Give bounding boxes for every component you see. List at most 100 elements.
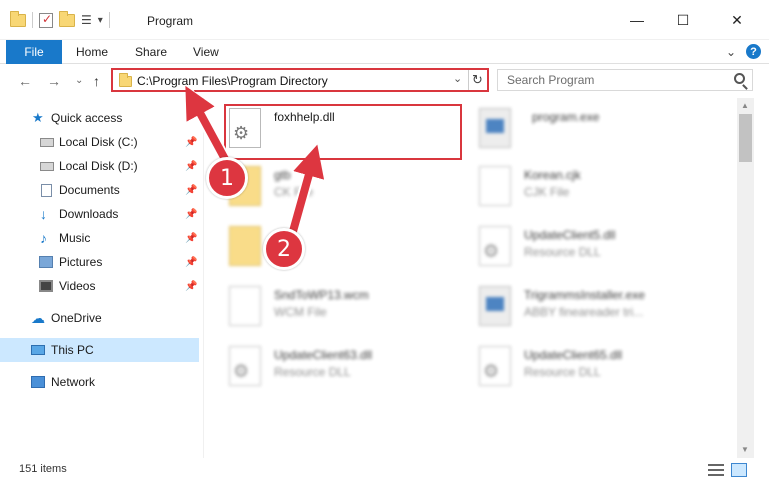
dll-file-icon [479,346,511,386]
recent-locations-button[interactable]: ⌄ [75,75,83,86]
pin-icon[interactable]: 📌 [185,185,197,196]
sidebar-item-downloads[interactable]: ↓ Downloads 📌 [0,202,199,226]
file-type: Resource DLL [524,365,601,379]
customize-icon[interactable]: ☰ [81,13,92,27]
sidebar-item-documents[interactable]: Documents 📌 [0,178,199,202]
computer-icon [31,345,45,355]
tab-file[interactable]: File [6,40,62,64]
minimize-button[interactable]: — [614,8,660,32]
vertical-scrollbar[interactable]: ▲ ▼ [737,98,754,458]
dll-file-icon [479,226,511,266]
pin-icon[interactable]: 📌 [185,281,197,292]
file-type: CJK File [524,185,570,199]
up-button[interactable]: ↑ [93,73,100,89]
file-highlight-box [224,104,462,160]
sidebar-item-label: Quick access [51,111,123,125]
sidebar-item-label: Music [59,231,91,245]
file-name: UpdateClient63.dll [274,348,373,362]
scroll-up-arrow-icon[interactable]: ▲ [741,101,749,110]
help-icon[interactable]: ? [746,44,761,59]
file-type: CK File [274,185,314,199]
sidebar-item-network[interactable]: Network [0,370,199,394]
scroll-down-arrow-icon[interactable]: ▼ [741,445,749,454]
videos-icon [39,280,53,292]
sidebar-item-label: Local Disk (C:) [59,135,138,149]
tab-home[interactable]: Home [76,45,108,59]
file-item-trigrammsinstaller[interactable]: TrigrammsInstaller.exe ABBY fineareader … [479,286,709,338]
details-view-icon[interactable] [708,464,724,476]
file-name: UpdateClient5.dll [524,228,616,242]
file-item-updateclient63[interactable]: UpdateClient63.dll Resource DLL [229,346,459,398]
chevron-down-icon[interactable]: ▾ [98,15,103,26]
sidebar-item-label: Downloads [59,207,119,221]
refresh-button[interactable]: ↻ [468,70,486,90]
file-item-program-exe[interactable]: program.exe [479,108,709,160]
pin-icon[interactable]: 📌 [185,257,197,268]
toolbar-divider [108,12,110,28]
pin-icon[interactable]: 📌 [185,137,197,148]
file-icon [229,286,261,326]
address-bar[interactable]: C:\Program Files\Program Directory ⌄ ↻ [111,68,489,92]
back-button[interactable]: ← [18,73,32,89]
file-type: Resource DLL [274,365,351,379]
exe-file-icon [479,286,511,326]
address-path[interactable]: C:\Program Files\Program Directory [137,74,328,88]
network-icon [31,376,45,388]
tab-share[interactable]: Share [135,45,167,59]
forward-button[interactable]: → [47,73,61,89]
file-item-gtb[interactable]: gtb CK File [229,166,459,218]
quick-access-toolbar: ☰ ▾ [10,10,110,28]
sidebar-item-this-pc[interactable]: This PC [0,338,199,362]
file-item-updateclient65[interactable]: UpdateClient65.dll Resource DLL [479,346,709,398]
drive-icon [40,161,54,171]
callout-badge-1: 1 [206,157,248,199]
drive-icon [40,137,54,147]
cloud-icon: ☁ [31,310,45,326]
sidebar-item-pictures[interactable]: Pictures 📌 [0,250,199,274]
search-input[interactable]: Search Program [497,69,753,91]
status-bar: 151 items [0,458,769,497]
sidebar-item-music[interactable]: ♪ Music 📌 [0,226,199,250]
file-name: SndToWP13.wcm [274,288,369,302]
music-icon: ♪ [40,230,47,246]
search-icon[interactable] [734,73,745,84]
file-item-sndtowp13[interactable]: SndToWP13.wcm WCM File [229,286,459,338]
close-button[interactable]: ✕ [714,8,760,32]
sidebar-item-local-disk-c[interactable]: Local Disk (C:) 📌 [0,130,199,154]
sidebar-item-onedrive[interactable]: ☁ OneDrive [0,306,199,330]
sidebar-item-label: Videos [59,279,96,293]
file-type: ABBY fineareader tri... [524,305,644,319]
file-item-korean-cjk[interactable]: Korean.cjk CJK File [479,166,709,218]
item-count: 151 items [19,463,67,475]
properties-icon[interactable] [39,12,53,28]
sidebar-item-local-disk-d[interactable]: Local Disk (D:) 📌 [0,154,199,178]
sidebar-item-label: Documents [59,183,120,197]
file-name: UpdateClient65.dll [524,348,623,362]
documents-icon [41,183,52,197]
window-title: Program [147,14,194,28]
large-icons-view-icon[interactable] [731,463,747,477]
navigation-pane: ★ Quick access Local Disk (C:) 📌 Local D… [0,98,204,458]
navigation-bar: ← → ⌄ ↑ C:\Program Files\Program Directo… [0,64,769,98]
file-item-updateclient5[interactable]: UpdateClient5.dll Resource DLL [479,226,709,278]
file-icon [479,166,511,206]
sidebar-item-quick-access[interactable]: ★ Quick access [0,106,199,130]
pin-icon[interactable]: 📌 [185,209,197,220]
tab-view[interactable]: View [193,45,219,59]
title-bar: ☰ ▾ Program — ☐ ✕ [0,0,769,40]
new-folder-icon[interactable] [59,10,75,27]
folder-icon [119,73,132,87]
folder-icon[interactable] [10,10,26,27]
folder-icon [229,226,261,266]
pin-icon[interactable]: 📌 [185,161,197,172]
expand-ribbon-icon[interactable]: ⌄ [726,45,736,59]
toolbar-divider [32,12,33,28]
download-icon: ↓ [40,206,47,222]
maximize-button[interactable]: ☐ [660,8,706,32]
address-dropdown-button[interactable]: ⌄ [453,72,462,85]
pin-icon[interactable]: 📌 [185,233,197,244]
file-name: gtb [274,168,291,182]
sidebar-item-label: Network [51,375,96,389]
scroll-thumb[interactable] [739,114,752,162]
sidebar-item-videos[interactable]: Videos 📌 [0,274,199,298]
